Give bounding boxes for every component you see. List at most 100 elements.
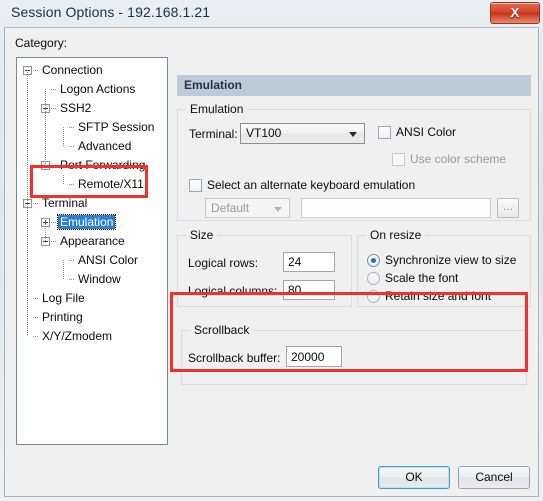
- chevron-down-icon: [274, 207, 282, 212]
- tree-connector: [69, 184, 75, 185]
- radio-circle: [367, 290, 380, 303]
- tree-connector: [33, 336, 39, 337]
- window-title: Session Options - 192.168.1.21: [11, 4, 211, 20]
- keymap-path-input[interactable]: [301, 198, 491, 218]
- panel-header: Emulation: [177, 75, 531, 96]
- tree-item-label: Log File: [42, 291, 85, 305]
- tree-connector: [69, 146, 75, 147]
- tree-item-ssh2[interactable]: SSH2: [58, 100, 93, 116]
- tree-connector: [69, 279, 75, 280]
- tree-item-x-y-zmodem[interactable]: X/Y/Zmodem: [40, 328, 114, 344]
- tree-item-log-file[interactable]: Log File: [40, 290, 87, 306]
- cancel-button-label: Cancel: [475, 470, 513, 484]
- tree-item-label: SSH2: [60, 101, 92, 115]
- terminal-combo[interactable]: VT100: [240, 123, 365, 144]
- tree-item-label: Printing: [42, 310, 83, 324]
- on-resize-group: On resize Synchronize view to size Scale…: [357, 228, 531, 307]
- ok-button-label: OK: [405, 470, 423, 484]
- tree-connector: [69, 127, 75, 128]
- keymap-combo-value: Default: [211, 201, 250, 215]
- ansi-color-label: ANSI Color: [396, 125, 457, 139]
- keymap-browse-label: ...: [502, 199, 513, 213]
- checkbox-box: [392, 153, 405, 166]
- scrollback-group: Scrollback Scrollback buffer:: [181, 323, 527, 385]
- tree-connector: [51, 241, 57, 242]
- tree-connector: [51, 108, 57, 109]
- category-label: Category:: [15, 36, 68, 50]
- panel-header-title: Emulation: [184, 78, 243, 92]
- tree-item-ansi-color[interactable]: ANSI Color: [76, 252, 140, 268]
- alternate-keyboard-label: Select an alternate keyboard emulation: [207, 178, 416, 192]
- tree-item-window[interactable]: Window: [76, 271, 123, 287]
- tree-connector: [33, 317, 39, 318]
- logical-rows-label: Logical rows:: [188, 256, 259, 270]
- tree-item-emulation[interactable]: Emulation: [56, 214, 117, 230]
- use-color-scheme-label: Use color scheme: [410, 152, 507, 166]
- tree-item-label: Remote/X11: [78, 177, 144, 191]
- tree-connector: [51, 165, 57, 166]
- tree-item-label: Connection: [42, 63, 103, 77]
- logical-columns-input[interactable]: [283, 280, 335, 300]
- category-tree[interactable]: Connection Logon Actions SSH2 SFTP Session A…: [16, 57, 168, 445]
- radio-label: Retain size and font: [385, 289, 492, 303]
- close-button[interactable]: X: [490, 2, 540, 24]
- tree-item-sftp-session[interactable]: SFTP Session: [76, 119, 156, 135]
- tree-connector: [51, 89, 57, 90]
- tree-guide: [63, 175, 64, 184]
- tree-connector: [69, 260, 75, 261]
- terminal-label: Terminal:: [189, 127, 238, 141]
- tree-connector: [33, 70, 39, 71]
- radio-label: Scale the font: [385, 271, 459, 285]
- tree-item-label: ANSI Color: [78, 253, 139, 267]
- checkbox-box: [378, 126, 391, 139]
- tree-item-label: Logon Actions: [60, 82, 136, 96]
- tree-item-connection[interactable]: Connection: [40, 62, 105, 78]
- radio-label: Synchronize view to size: [385, 253, 517, 267]
- scrollback-group-title: Scrollback: [190, 323, 254, 337]
- tree-item-port-forwarding[interactable]: Port Forwarding: [58, 157, 147, 173]
- emulation-group: Emulation Terminal: VT100 ANSI Color Use…: [177, 102, 531, 221]
- tree-item-remote-x11[interactable]: Remote/X11: [76, 176, 146, 192]
- checkbox-box: [189, 179, 202, 192]
- tree-item-label: X/Y/Zmodem: [42, 329, 113, 343]
- tree-guide: [27, 70, 28, 336]
- emulation-group-title: Emulation: [186, 102, 248, 116]
- close-icon: X: [510, 5, 520, 20]
- on-resize-group-title: On resize: [366, 228, 426, 242]
- tree-item-label: Appearance: [60, 234, 125, 248]
- title-bar: Session Options - 192.168.1.21 X: [0, 0, 543, 27]
- keymap-combo: Default: [205, 198, 290, 218]
- logical-rows-input[interactable]: [283, 252, 335, 272]
- tree-connector: [51, 222, 57, 223]
- logical-columns-label: Logical columns:: [188, 284, 278, 298]
- tree-item-label: Advanced: [78, 139, 132, 153]
- tree-item-terminal[interactable]: Terminal: [40, 195, 89, 211]
- scrollback-buffer-input[interactable]: [286, 346, 342, 367]
- ok-button[interactable]: OK: [378, 466, 450, 489]
- tree-connector: [33, 203, 39, 204]
- radio-circle: [367, 254, 380, 267]
- chevron-down-icon: [349, 132, 357, 137]
- tree-item-label: Terminal: [42, 196, 88, 210]
- cancel-button[interactable]: Cancel: [458, 466, 530, 489]
- tree-guide: [63, 260, 64, 279]
- tree-guide: [45, 222, 46, 241]
- tree-guide: [45, 89, 46, 165]
- tree-item-label: Window: [78, 272, 121, 286]
- keymap-browse-button: ...: [497, 198, 519, 218]
- tree-item-label: SFTP Session: [78, 120, 155, 134]
- tree-connector: [33, 298, 39, 299]
- tree-item-appearance[interactable]: Appearance: [58, 233, 127, 249]
- size-group: Size Logical rows: Logical columns:: [177, 228, 352, 307]
- size-group-title: Size: [186, 228, 218, 242]
- tree-item-label: Port Forwarding: [60, 158, 146, 172]
- tree-item-printing[interactable]: Printing: [40, 309, 85, 325]
- session-options-dialog: Session Options - 192.168.1.21 X Categor…: [0, 0, 543, 501]
- terminal-combo-value: VT100: [246, 126, 282, 140]
- tree-item-logon-actions[interactable]: Logon Actions: [58, 81, 137, 97]
- tree-item-advanced[interactable]: Advanced: [76, 138, 133, 154]
- tree-guide: [63, 127, 64, 146]
- scrollback-buffer-label: Scrollback buffer:: [188, 351, 281, 365]
- tree-item-label: Emulation: [56, 214, 117, 230]
- dialog-client-area: Category: Connection Logon Actions SSH2 SFT…: [4, 27, 539, 497]
